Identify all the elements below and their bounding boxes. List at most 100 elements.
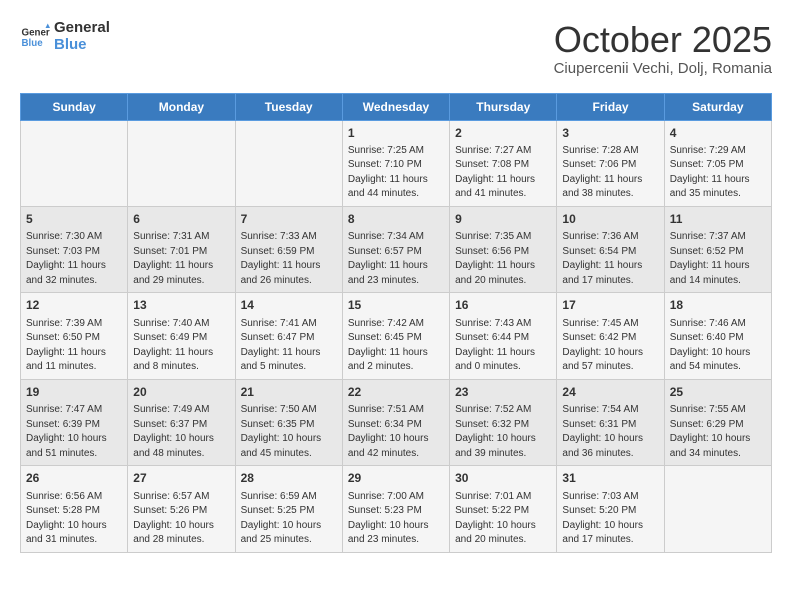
logo-icon: General Blue (20, 22, 50, 52)
logo-general-text: General (54, 20, 110, 37)
calendar-cell: 26 Sunrise: 6:56 AMSunset: 5:28 PMDayligh… (21, 466, 128, 552)
calendar-cell: 16 Sunrise: 7:43 AMSunset: 6:44 PMDayligh… (450, 293, 557, 379)
day-number: 26 (26, 470, 122, 487)
day-info: Sunrise: 7:33 AMSunset: 6:59 PMDaylight:… (241, 230, 337, 288)
day-number: 21 (241, 384, 337, 401)
day-number: 12 (26, 297, 122, 314)
day-number: 14 (241, 297, 337, 314)
day-info: Sunrise: 7:00 AMSunset: 5:23 PMDaylight:… (348, 490, 444, 548)
weekday-header-friday: Friday (557, 93, 664, 120)
day-number: 29 (348, 470, 444, 487)
calendar-cell (235, 120, 342, 206)
title-block: October 2025 Ciupercenii Vechi, Dolj, Ro… (554, 20, 772, 77)
day-number: 4 (670, 125, 766, 142)
page-header: General Blue General Blue October 2025 C… (20, 20, 772, 77)
day-number: 6 (133, 211, 229, 228)
weekday-header-saturday: Saturday (664, 93, 771, 120)
logo-blue-text: Blue (54, 37, 110, 54)
day-info: Sunrise: 7:39 AMSunset: 6:50 PMDaylight:… (26, 317, 122, 375)
calendar-week-row: 12 Sunrise: 7:39 AMSunset: 6:50 PMDayligh… (21, 293, 772, 379)
calendar-cell: 20Sunrise: 7:49 AMSunset: 6:37 PMDayligh… (128, 379, 235, 465)
day-info: Sunrise: 7:29 AMSunset: 7:05 PMDaylight:… (670, 144, 766, 202)
day-info: Sunrise: 7:54 AMSunset: 6:31 PMDaylight:… (562, 403, 658, 461)
day-number: 31 (562, 470, 658, 487)
calendar-cell: 18 Sunrise: 7:46 AMSunset: 6:40 PMDayligh… (664, 293, 771, 379)
day-number: 20 (133, 384, 229, 401)
svg-text:General: General (22, 27, 51, 38)
day-number: 15 (348, 297, 444, 314)
month-title: October 2025 (554, 20, 772, 60)
day-number: 7 (241, 211, 337, 228)
calendar-cell (128, 120, 235, 206)
day-number: 10 (562, 211, 658, 228)
day-info: Sunrise: 7:31 AMSunset: 7:01 PMDaylight:… (133, 230, 229, 288)
day-number: 24 (562, 384, 658, 401)
svg-text:Blue: Blue (22, 38, 44, 49)
day-number: 16 (455, 297, 551, 314)
day-info: Sunrise: 7:45 AMSunset: 6:42 PMDaylight:… (562, 317, 658, 375)
day-info: Sunrise: 7:35 AMSunset: 6:56 PMDaylight:… (455, 230, 551, 288)
weekday-header-tuesday: Tuesday (235, 93, 342, 120)
calendar-cell: 29 Sunrise: 7:00 AMSunset: 5:23 PMDayligh… (342, 466, 449, 552)
day-info: Sunrise: 6:56 AMSunset: 5:28 PMDaylight:… (26, 490, 122, 548)
day-info: Sunrise: 7:28 AMSunset: 7:06 PMDaylight:… (562, 144, 658, 202)
calendar-cell: 6 Sunrise: 7:31 AMSunset: 7:01 PMDaylight… (128, 206, 235, 292)
calendar-cell: 4 Sunrise: 7:29 AMSunset: 7:05 PMDaylight… (664, 120, 771, 206)
day-info: Sunrise: 7:03 AMSunset: 5:20 PMDaylight:… (562, 490, 658, 548)
day-info: Sunrise: 6:57 AMSunset: 5:26 PMDaylight:… (133, 490, 229, 548)
weekday-header-sunday: Sunday (21, 93, 128, 120)
calendar-cell: 15 Sunrise: 7:42 AMSunset: 6:45 PMDayligh… (342, 293, 449, 379)
day-number: 2 (455, 125, 551, 142)
day-number: 9 (455, 211, 551, 228)
day-number: 5 (26, 211, 122, 228)
weekday-header-row: SundayMondayTuesdayWednesdayThursdayFrid… (21, 93, 772, 120)
day-info: Sunrise: 7:42 AMSunset: 6:45 PMDaylight:… (348, 317, 444, 375)
calendar-cell: 23Sunrise: 7:52 AMSunset: 6:32 PMDayligh… (450, 379, 557, 465)
calendar-table: SundayMondayTuesdayWednesdayThursdayFrid… (20, 93, 772, 553)
calendar-cell: 22Sunrise: 7:51 AMSunset: 6:34 PMDayligh… (342, 379, 449, 465)
day-number: 11 (670, 211, 766, 228)
day-info: Sunrise: 6:59 AMSunset: 5:25 PMDaylight:… (241, 490, 337, 548)
day-info: Sunrise: 7:27 AMSunset: 7:08 PMDaylight:… (455, 144, 551, 202)
calendar-cell: 10 Sunrise: 7:36 AMSunset: 6:54 PMDayligh… (557, 206, 664, 292)
day-number: 30 (455, 470, 551, 487)
calendar-cell: 12 Sunrise: 7:39 AMSunset: 6:50 PMDayligh… (21, 293, 128, 379)
calendar-week-row: 19Sunrise: 7:47 AMSunset: 6:39 PMDayligh… (21, 379, 772, 465)
calendar-cell: 19Sunrise: 7:47 AMSunset: 6:39 PMDayligh… (21, 379, 128, 465)
calendar-cell: 27Sunrise: 6:57 AMSunset: 5:26 PMDayligh… (128, 466, 235, 552)
day-info: Sunrise: 7:55 AMSunset: 6:29 PMDaylight:… (670, 403, 766, 461)
calendar-header: SundayMondayTuesdayWednesdayThursdayFrid… (21, 93, 772, 120)
calendar-cell: 1Sunrise: 7:25 AMSunset: 7:10 PMDaylight… (342, 120, 449, 206)
calendar-cell: 13Sunrise: 7:40 AMSunset: 6:49 PMDayligh… (128, 293, 235, 379)
calendar-cell: 31 Sunrise: 7:03 AMSunset: 5:20 PMDayligh… (557, 466, 664, 552)
location-title: Ciupercenii Vechi, Dolj, Romania (554, 60, 772, 77)
day-info: Sunrise: 7:40 AMSunset: 6:49 PMDaylight:… (133, 317, 229, 375)
day-number: 1 (348, 125, 444, 142)
day-info: Sunrise: 7:37 AMSunset: 6:52 PMDaylight:… (670, 230, 766, 288)
calendar-cell: 24 Sunrise: 7:54 AMSunset: 6:31 PMDayligh… (557, 379, 664, 465)
calendar-cell: 25Sunrise: 7:55 AMSunset: 6:29 PMDayligh… (664, 379, 771, 465)
calendar-cell (21, 120, 128, 206)
calendar-cell: 17Sunrise: 7:45 AMSunset: 6:42 PMDayligh… (557, 293, 664, 379)
day-info: Sunrise: 7:50 AMSunset: 6:35 PMDaylight:… (241, 403, 337, 461)
day-info: Sunrise: 7:30 AMSunset: 7:03 PMDaylight:… (26, 230, 122, 288)
logo: General Blue General Blue (20, 20, 110, 53)
weekday-header-monday: Monday (128, 93, 235, 120)
day-info: Sunrise: 7:46 AMSunset: 6:40 PMDaylight:… (670, 317, 766, 375)
day-number: 18 (670, 297, 766, 314)
day-info: Sunrise: 7:01 AMSunset: 5:22 PMDaylight:… (455, 490, 551, 548)
calendar-cell: 3 Sunrise: 7:28 AMSunset: 7:06 PMDaylight… (557, 120, 664, 206)
day-number: 22 (348, 384, 444, 401)
calendar-cell: 11 Sunrise: 7:37 AMSunset: 6:52 PMDayligh… (664, 206, 771, 292)
calendar-cell: 2 Sunrise: 7:27 AMSunset: 7:08 PMDaylight… (450, 120, 557, 206)
calendar-week-row: 5 Sunrise: 7:30 AMSunset: 7:03 PMDaylight… (21, 206, 772, 292)
day-info: Sunrise: 7:47 AMSunset: 6:39 PMDaylight:… (26, 403, 122, 461)
day-number: 3 (562, 125, 658, 142)
day-info: Sunrise: 7:36 AMSunset: 6:54 PMDaylight:… (562, 230, 658, 288)
day-info: Sunrise: 7:41 AMSunset: 6:47 PMDaylight:… (241, 317, 337, 375)
day-info: Sunrise: 7:43 AMSunset: 6:44 PMDaylight:… (455, 317, 551, 375)
calendar-week-row: 1Sunrise: 7:25 AMSunset: 7:10 PMDaylight… (21, 120, 772, 206)
weekday-header-thursday: Thursday (450, 93, 557, 120)
calendar-cell: 30 Sunrise: 7:01 AMSunset: 5:22 PMDayligh… (450, 466, 557, 552)
day-number: 28 (241, 470, 337, 487)
